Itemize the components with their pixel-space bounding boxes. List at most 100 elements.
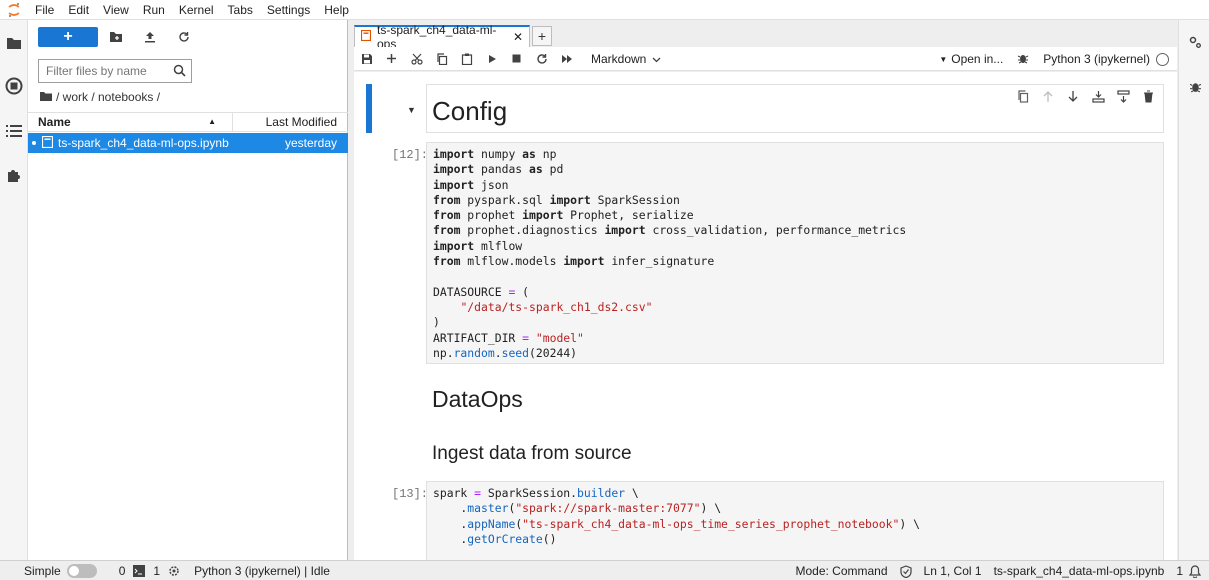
heading-ingest: Ingest data from source — [432, 443, 632, 464]
search-icon — [173, 64, 186, 80]
terminal-icon[interactable] — [133, 564, 146, 577]
notebook-toolbar: Markdown ▼ Open in... Python 3 (ipykerne… — [354, 47, 1177, 71]
running-stop-icon[interactable] — [4, 76, 24, 96]
menu-settings[interactable]: Settings — [260, 0, 317, 20]
kernel-gear-icon[interactable] — [168, 565, 180, 577]
cell-toolbar — [1014, 88, 1157, 104]
code-cell[interactable]: spark = SparkSession.builder \ .master("… — [426, 481, 1164, 560]
new-folder-icon[interactable] — [99, 27, 133, 47]
menu-tabs[interactable]: Tabs — [221, 0, 260, 20]
delete-cell-icon[interactable] — [1139, 88, 1157, 104]
menu-edit[interactable]: Edit — [61, 0, 96, 20]
simple-mode-toggle[interactable] — [66, 563, 97, 578]
kernel-name-button[interactable]: Python 3 (ipykernel) — [1043, 52, 1150, 66]
new-launcher-button[interactable]: + — [38, 27, 98, 47]
table-of-contents-icon[interactable] — [4, 121, 24, 141]
save-icon[interactable] — [354, 47, 379, 71]
breadcrumb: / work / notebooks / — [40, 90, 160, 104]
notebook-panel: ts-spark_ch4_data-ml-ops ✕ + Markdown ▼ … — [348, 20, 1178, 560]
code-line: DATASOURCE = ( — [433, 284, 530, 299]
unsaved-dot-icon — [32, 141, 36, 145]
move-down-icon[interactable] — [1064, 88, 1082, 104]
kernel-status-text[interactable]: Python 3 (ipykernel) | Idle — [194, 564, 330, 578]
tab-notebook[interactable]: ts-spark_ch4_data-ml-ops ✕ — [354, 23, 530, 51]
code-line: from prophet.diagnostics import cross_va… — [433, 223, 907, 238]
file-browser-panel: + / work / notebooks / Name ▲ Last Modif… — [28, 20, 348, 560]
insert-cell-icon[interactable] — [379, 47, 404, 71]
property-inspector-gear-icon[interactable] — [1185, 32, 1205, 52]
code-line: from mlflow.models import infer_signatur… — [433, 254, 715, 269]
terminals-count: 0 — [118, 563, 126, 578]
open-in-button[interactable]: ▼ Open in... — [939, 52, 1003, 66]
restart-icon[interactable] — [529, 47, 554, 71]
add-tab-button[interactable]: + — [532, 26, 552, 46]
chevron-down-icon — [652, 52, 661, 66]
file-list-item[interactable]: ts-spark_ch4_data-ml-ops.ipynb yesterday — [28, 133, 348, 153]
bell-icon[interactable] — [1189, 564, 1201, 578]
insert-above-icon[interactable] — [1089, 88, 1107, 104]
simple-mode-label: Simple — [24, 563, 61, 578]
file-name: ts-spark_ch4_data-ml-ops.ipynb — [58, 136, 229, 150]
folder-icon[interactable] — [40, 90, 52, 104]
heading-config: Config — [432, 96, 508, 126]
extension-puzzle-icon[interactable] — [4, 165, 24, 185]
code-line: "/data/ts-spark_ch1_ds2.csv" — [460, 299, 653, 314]
menu-run[interactable]: Run — [136, 0, 172, 20]
copy-icon[interactable] — [429, 47, 454, 71]
notebook-content[interactable]: ▼ Config [12]: import numpy as np import… — [354, 72, 1177, 560]
menu-kernel[interactable]: Kernel — [172, 0, 221, 20]
current-file-name: ts-spark_ch4_data-ml-ops.ipynb — [993, 564, 1165, 578]
cursor-position[interactable]: Ln 1, Col 1 — [924, 564, 982, 578]
menu-help[interactable]: Help — [317, 0, 356, 20]
status-right-group: Mode: Command Ln 1, Col 1 ts-spark_ch4_d… — [783, 561, 1201, 580]
code-line: import json — [433, 177, 509, 192]
folder-icon[interactable] — [4, 33, 24, 53]
toolbar-right-group: ▼ Open in... Python 3 (ipykernel) — [939, 47, 1177, 71]
filter-files-input[interactable] — [46, 64, 166, 78]
close-icon[interactable]: ✕ — [513, 30, 523, 44]
refresh-icon[interactable] — [167, 27, 201, 47]
stop-icon[interactable] — [504, 47, 529, 71]
sort-caret-icon: ▲ — [208, 117, 216, 126]
code-line: ) — [433, 315, 440, 330]
paste-icon[interactable] — [454, 47, 479, 71]
menu-file[interactable]: File — [28, 0, 61, 20]
code-line: import numpy as np — [433, 147, 557, 161]
name-column-header[interactable]: Name ▲ — [28, 115, 232, 129]
insert-below-icon[interactable] — [1114, 88, 1132, 104]
code-line: .appName("ts-spark_ch4_data-ml-ops_time_… — [433, 516, 920, 531]
cell-prompt: [12]: — [392, 148, 429, 162]
mode-indicator: Mode: Command — [795, 564, 888, 578]
run-icon[interactable] — [479, 47, 504, 71]
code-line: import mlflow — [433, 238, 523, 253]
right-sidebar — [1178, 20, 1209, 560]
move-up-icon[interactable] — [1039, 88, 1057, 104]
notebook-file-icon — [41, 135, 54, 151]
code-line: spark = SparkSession.builder \ — [433, 486, 639, 500]
cut-icon[interactable] — [404, 47, 429, 71]
last-modified-column-header[interactable]: Last Modified — [232, 112, 348, 132]
notebook-tab-icon — [360, 29, 372, 44]
upload-icon[interactable] — [133, 27, 167, 47]
open-in-label: Open in... — [951, 52, 1004, 66]
breadcrumb-path[interactable]: / work / notebooks / — [56, 90, 160, 104]
shield-check-icon[interactable] — [899, 564, 912, 578]
duplicate-cell-icon[interactable] — [1014, 88, 1032, 104]
cell-type-select[interactable]: Markdown — [591, 52, 661, 66]
kernel-idle-status-icon — [1156, 52, 1169, 66]
debugger-bug-icon[interactable] — [1185, 76, 1205, 96]
file-browser-toolbar: + — [38, 27, 201, 47]
status-bar: Simple 0 1 Python 3 (ipykernel) | Idle M… — [0, 560, 1209, 580]
name-column-label: Name — [38, 115, 71, 129]
caret-down-icon: ▼ — [939, 54, 948, 64]
code-line: from prophet import Prophet, serialize — [433, 208, 694, 223]
code-cell[interactable]: import numpy as np import pandas as pd i… — [426, 142, 1164, 364]
code-line: ARTIFACT_DIR = "model" — [433, 330, 584, 345]
fast-forward-icon[interactable] — [554, 47, 579, 71]
debugger-bug-icon[interactable] — [1017, 52, 1029, 67]
heading-dataops: DataOps — [432, 386, 523, 412]
menu-view[interactable]: View — [96, 0, 136, 20]
jupyter-logo-icon — [0, 0, 28, 20]
collapse-heading-icon[interactable]: ▼ — [407, 105, 416, 115]
